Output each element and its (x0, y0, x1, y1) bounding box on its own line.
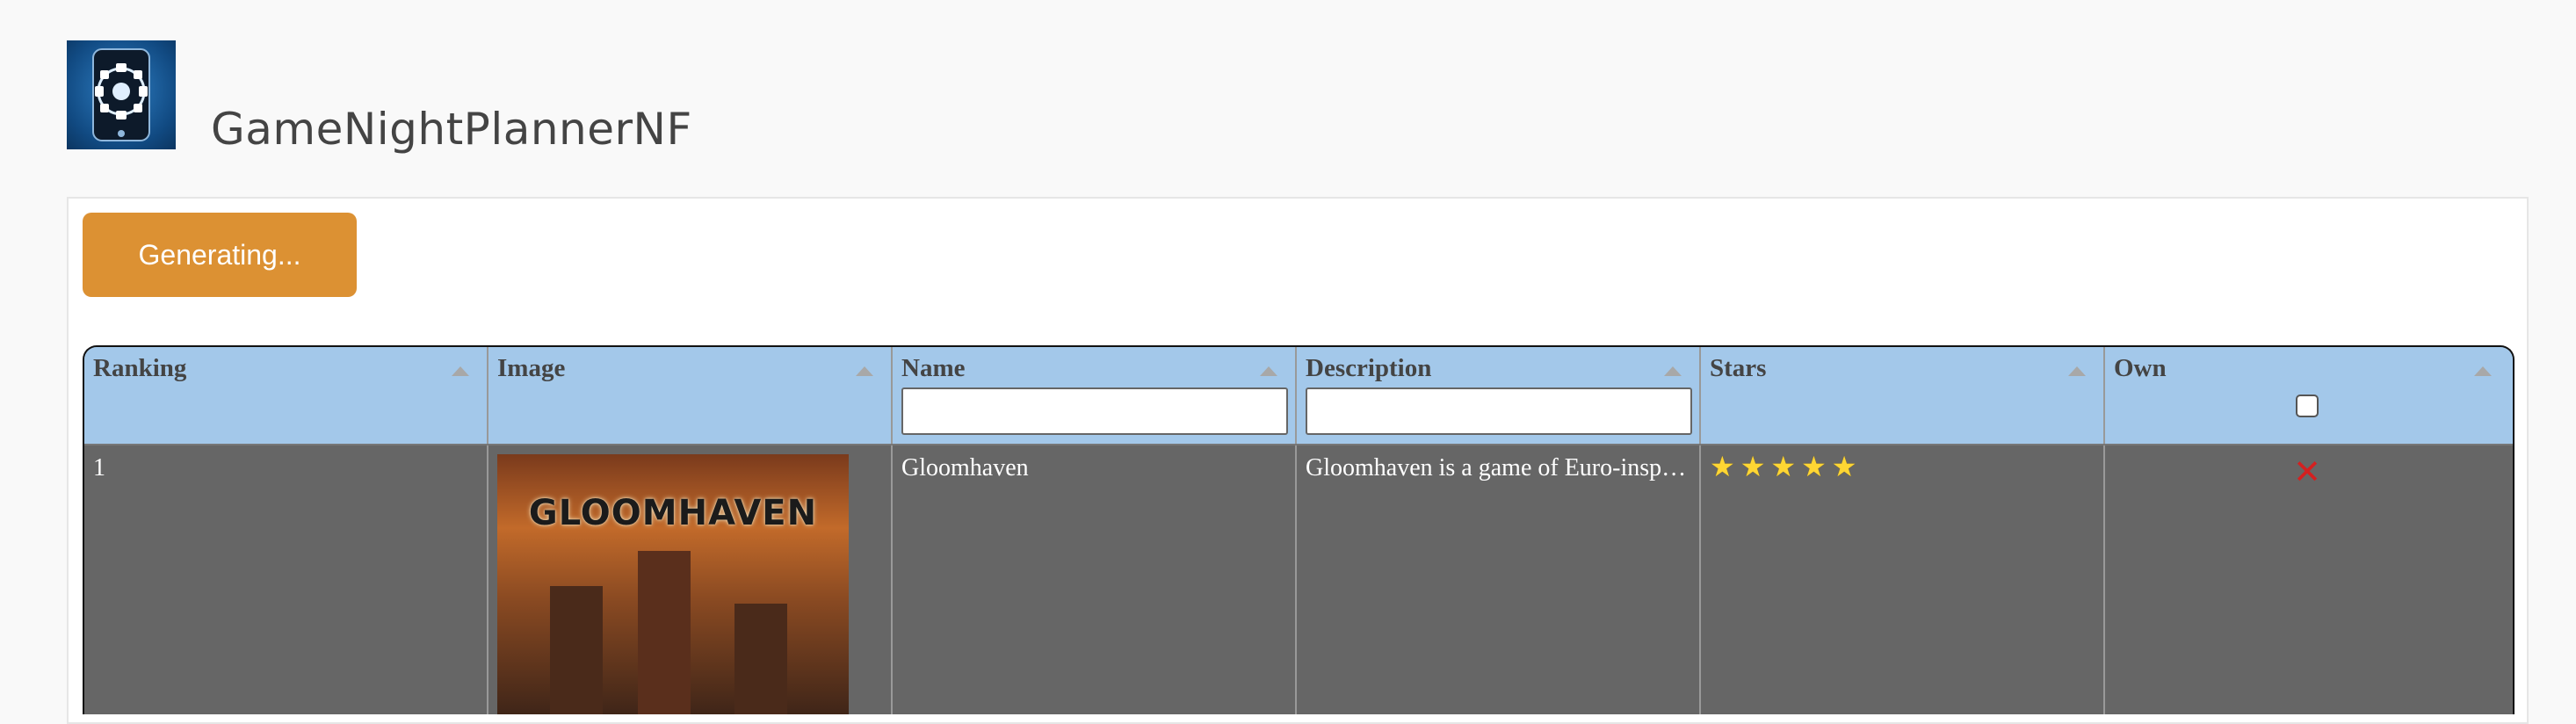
column-header-image[interactable]: Image (488, 347, 893, 444)
ranking-cell: 1 (84, 445, 488, 714)
sort-arrow-icon[interactable] (856, 366, 873, 376)
column-label: Own (2114, 354, 2167, 382)
stars-cell: ★ ★ ★ ★ ★ (1701, 445, 2105, 714)
sort-arrow-icon[interactable] (1260, 366, 1277, 376)
star-icon: ★ (1831, 451, 1857, 482)
game-description: Gloomhaven is a game of Euro-inspi… (1306, 454, 1690, 481)
dice-phone-logo-icon (92, 48, 150, 141)
game-name: Gloomhaven (901, 454, 1029, 481)
game-cover-image[interactable]: GLOOMHAVEN (497, 454, 849, 714)
own-cell: ✕ (2105, 445, 2509, 714)
app-title: GameNightPlannerNF (211, 104, 692, 155)
sort-arrow-icon[interactable] (452, 366, 469, 376)
sort-arrow-icon[interactable] (1664, 366, 1682, 376)
not-owned-x-icon: ✕ (2293, 452, 2321, 491)
table-header-row: Ranking Image Name Description Stars Own (84, 347, 2513, 445)
column-label: Image (497, 354, 566, 382)
column-label: Ranking (93, 354, 187, 382)
column-label: Name (901, 354, 966, 382)
star-rating: ★ ★ ★ ★ ★ (1710, 452, 2095, 481)
sort-arrow-icon[interactable] (2068, 366, 2086, 376)
star-icon: ★ (1710, 451, 1735, 482)
description-cell: Gloomhaven is a game of Euro-inspi… (1297, 445, 1701, 714)
column-header-own[interactable]: Own (2105, 347, 2509, 444)
column-header-stars[interactable]: Stars (1701, 347, 2105, 444)
name-cell: Gloomhaven (893, 445, 1297, 714)
description-filter-input[interactable] (1306, 387, 1692, 435)
column-header-description[interactable]: Description (1297, 347, 1701, 444)
games-table: Ranking Image Name Description Stars Own (83, 345, 2514, 714)
column-header-name[interactable]: Name (893, 347, 1297, 444)
ranking-value: 1 (93, 454, 105, 481)
column-label: Description (1306, 354, 1432, 382)
own-filter-checkbox[interactable] (2296, 395, 2319, 417)
table-row[interactable]: 1 GLOOMHAVEN Gloomhaven Gloomhaven is a … (84, 445, 2513, 714)
generate-button[interactable]: Generating... (83, 213, 357, 297)
sort-arrow-icon[interactable] (2474, 366, 2492, 376)
image-cell: GLOOMHAVEN (488, 445, 893, 714)
star-icon: ★ (1801, 451, 1827, 482)
column-header-ranking[interactable]: Ranking (84, 347, 488, 444)
column-label: Stars (1710, 354, 1767, 382)
cover-title-text: GLOOMHAVEN (528, 493, 818, 533)
name-filter-input[interactable] (901, 387, 1288, 435)
app-logo (67, 40, 176, 149)
star-icon: ★ (1740, 451, 1766, 482)
star-icon: ★ (1770, 451, 1797, 482)
